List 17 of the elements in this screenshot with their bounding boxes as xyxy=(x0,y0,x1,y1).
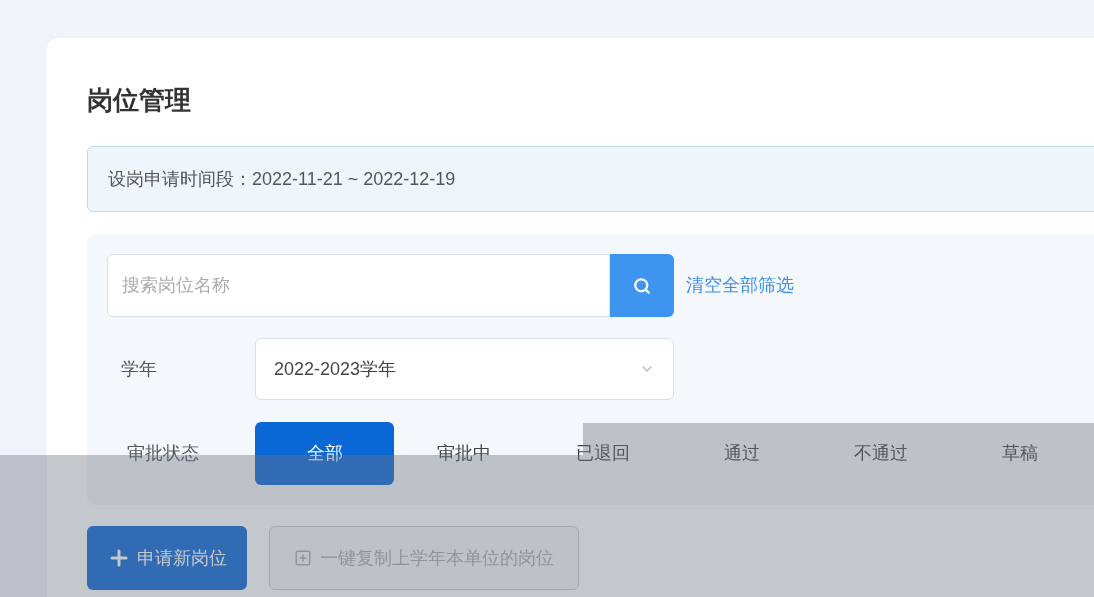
filter-label: 审批状态 xyxy=(126,442,200,465)
search-icon xyxy=(633,276,651,295)
square-plus-icon xyxy=(294,549,312,567)
search-button[interactable] xyxy=(610,254,674,317)
notice-banner: 设岗申请时间段：2022-11-21 ~ 2022-12-19 xyxy=(87,146,1094,212)
page-title: 岗位管理 xyxy=(87,84,192,117)
status-tab[interactable]: 草稿 xyxy=(950,422,1089,485)
filter-label: 学年 xyxy=(120,357,158,381)
clear-filters-link[interactable]: 清空全部筛选 xyxy=(686,272,794,299)
status-tab[interactable]: 不通过 xyxy=(811,422,950,485)
year-select[interactable]: 2022-2023学年 xyxy=(255,338,674,400)
apply-button[interactable]: 申请新岗位 xyxy=(87,526,247,590)
status-tab[interactable]: 审批中 xyxy=(394,422,533,485)
status-tab[interactable]: 已退回 xyxy=(533,422,672,485)
status-tab[interactable]: 通过 xyxy=(672,422,811,485)
search-field[interactable]: 搜索岗位名称 xyxy=(107,254,610,317)
status-tab[interactable]: 全部 xyxy=(255,422,394,485)
